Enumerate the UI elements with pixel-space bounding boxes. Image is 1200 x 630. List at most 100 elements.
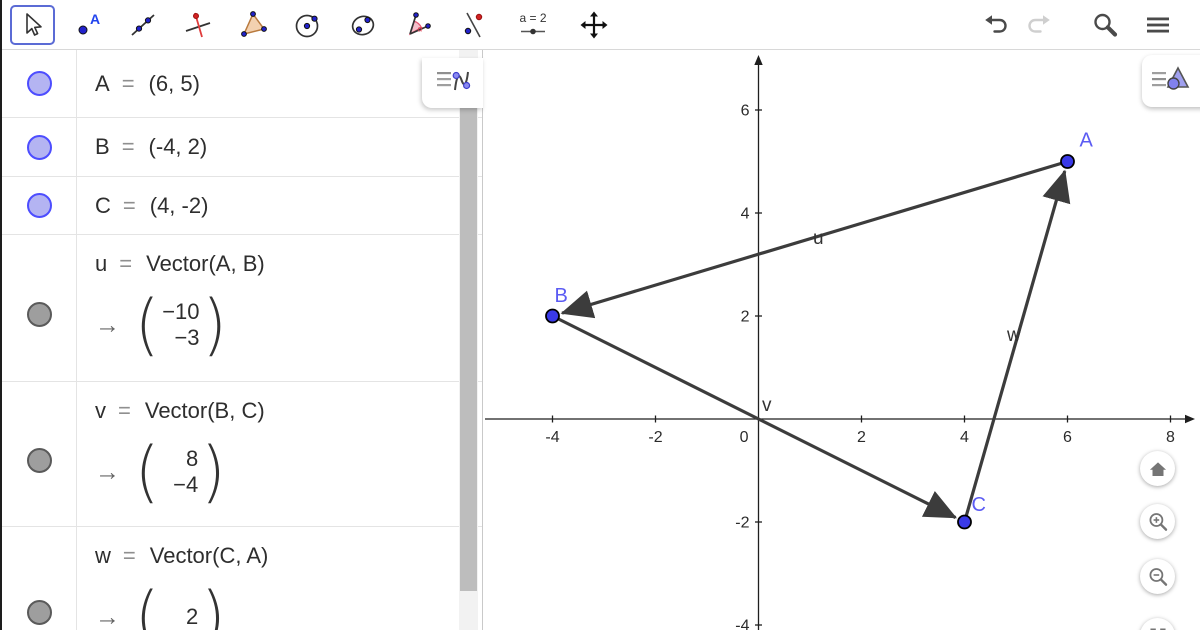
origin-label: 0 [740,429,749,446]
vector-w[interactable] [965,171,1065,522]
vector-x: 8 [186,446,198,472]
right-paren: ) [201,440,225,505]
move-graphics-tool-button[interactable] [571,5,616,45]
vector-x: 2 [186,604,198,630]
x-tick-label: -4 [545,429,559,446]
y-tick-label: 2 [741,309,750,326]
undo-icon [983,12,1011,38]
visibility-toggle-u[interactable] [27,302,52,327]
menu-button[interactable] [1144,12,1172,38]
vector-x: −10 [162,299,199,325]
right-paren: ) [203,293,227,358]
vector-matrix-v: → ( 8 −4 ) [95,436,482,508]
visibility-toggle-w[interactable] [27,600,52,625]
equals-sign: = [122,71,135,97]
right-paren: ) [201,585,225,630]
perpendicular-line-tool-button[interactable] [175,5,220,45]
object-definition: Vector(A, B) [146,251,265,277]
object-definition: Vector(C, A) [150,543,269,569]
x-tick-label: 8 [1166,429,1175,446]
algebra-scrollbar-thumb[interactable] [460,107,477,591]
angle-tool-button[interactable]: α [395,5,440,45]
object-name: v [95,398,106,424]
home-button[interactable] [1140,451,1175,486]
point-icon: A [73,10,103,40]
move-tool-button[interactable] [10,5,55,45]
algebra-row-A[interactable]: A = (6, 5) [2,50,482,118]
home-icon [1147,458,1169,480]
tool-group: A [2,5,983,45]
visibility-toggle-B[interactable] [27,135,52,160]
left-paren: ( [135,440,159,505]
algebra-stylebar-button[interactable] [422,58,483,108]
vector-label-v: v [762,395,772,416]
object-name: u [95,251,107,277]
zoom-in-icon [1146,510,1170,534]
hamburger-menu-icon [1144,12,1172,38]
equals-sign: = [118,398,131,424]
polygon-tool-button[interactable] [230,5,275,45]
maps-to-arrow: → [95,311,135,340]
point-tool-button[interactable]: A [65,5,110,45]
x-tick-label: 6 [1063,429,1072,446]
point-B[interactable] [546,310,559,323]
point-label-C: C [972,494,986,516]
visibility-toggle-v[interactable] [27,448,52,473]
graphics-stylebar-button[interactable] [1142,55,1200,107]
point-C[interactable] [958,516,971,529]
coordinate-plane: -4-224680642-2-4uvwABC [483,50,1200,630]
y-axis-arrow [754,55,762,65]
vector-y: −3 [174,325,199,351]
redo-button[interactable] [1024,12,1052,38]
y-tick-label: 4 [741,206,750,223]
maps-to-arrow: → [95,458,135,487]
point-label-B: B [555,285,568,307]
equals-sign: = [119,251,132,277]
svg-text:A: A [90,11,100,27]
algebra-row-u[interactable]: u = Vector(A, B) → ( −10 −3 ) [2,235,482,382]
angle-icon: α [403,10,433,40]
zoom-in-button[interactable] [1140,504,1175,539]
fullscreen-icon [1147,625,1169,630]
y-tick-label: 6 [741,103,750,120]
visibility-toggle-A[interactable] [27,71,52,96]
toolbar-actions [983,11,1200,39]
object-value: (6, 5) [149,71,200,97]
object-name: w [95,543,111,569]
equals-sign: = [123,193,136,219]
ellipse-icon [348,10,378,40]
visibility-toggle-C[interactable] [27,193,52,218]
redo-icon [1024,12,1052,38]
object-value: (4, -2) [150,193,209,219]
slider-tool-button[interactable]: a = 2 [505,5,561,45]
zoom-out-icon [1146,565,1170,589]
undo-button[interactable] [983,12,1011,38]
main-area: A = (6, 5) B = (-4, 2) [2,50,1200,630]
y-tick-label: -4 [735,618,749,630]
cursor-icon [18,10,48,40]
algebra-row-v[interactable]: v = Vector(B, C) → ( 8 −4 ) [2,382,482,527]
point-A[interactable] [1061,155,1074,168]
vector-v[interactable] [553,316,956,518]
slider-icon: a = 2 [516,10,550,40]
reflect-tool-button[interactable] [450,5,495,45]
search-button[interactable] [1091,11,1119,39]
vector-label-u: u [813,228,824,249]
y-tick-label: -2 [735,515,749,532]
object-value: (-4, 2) [149,134,208,160]
algebra-row-B[interactable]: B = (-4, 2) [2,118,482,177]
vector-matrix-w: → ( 2 ) [95,581,482,630]
left-paren: ( [135,585,159,630]
vector-matrix-u: → ( −10 −3 ) [95,289,482,361]
algebra-row-w[interactable]: w = Vector(C, A) → ( 2 ) [2,527,482,630]
x-tick-label: 4 [960,429,969,446]
left-paren: ( [135,293,159,358]
graphics-settings-icon [1148,61,1194,101]
algebra-row-C[interactable]: C = (4, -2) [2,177,482,235]
circle-tool-button[interactable] [285,5,330,45]
graphics-view[interactable]: -4-224680642-2-4uvwABC [483,50,1200,630]
conic-tool-button[interactable] [340,5,385,45]
line-tool-button[interactable] [120,5,165,45]
zoom-out-button[interactable] [1140,559,1175,594]
circle-icon [293,10,323,40]
